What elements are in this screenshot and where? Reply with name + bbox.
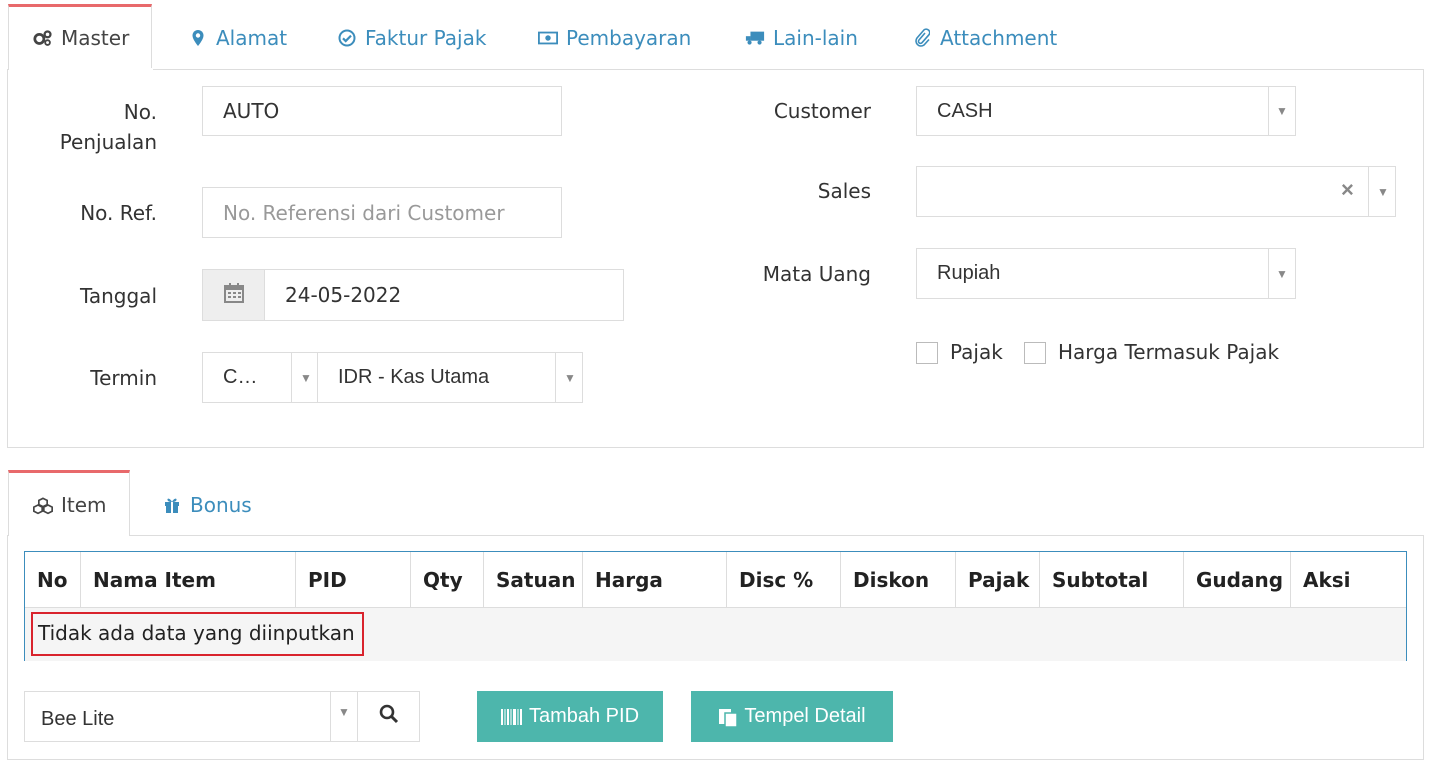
- termin-account-value: IDR - Kas Utama: [338, 366, 490, 388]
- truck-icon: [745, 28, 765, 48]
- tab-bonus-label: Bonus: [190, 493, 252, 517]
- tanggal-label: Tanggal: [79, 284, 157, 308]
- clear-icon[interactable]: ×: [1341, 177, 1354, 203]
- item-search-value: Bee Lite: [41, 708, 115, 730]
- paste-icon: [718, 707, 739, 727]
- column-header-subtotal[interactable]: Subtotal: [1040, 552, 1184, 608]
- pajak-checkbox-label: Pajak: [950, 340, 1003, 364]
- no-ref-label: No. Ref.: [80, 201, 157, 225]
- tanggal-value: 24-05-2022: [285, 283, 402, 307]
- no-ref-input[interactable]: No. Referensi dari Customer: [202, 187, 562, 238]
- tanggal-input[interactable]: 24-05-2022: [264, 269, 624, 321]
- column-header-nama-item[interactable]: Nama Item: [81, 552, 296, 608]
- chevron-down-icon: ▼: [1377, 184, 1389, 199]
- mata-uang-value: Rupiah: [937, 262, 1001, 284]
- tab-master[interactable]: Master: [8, 4, 153, 69]
- no-penjualan-value: AUTO: [223, 99, 280, 123]
- termin-account-select[interactable]: IDR - Kas Utama ▼: [317, 352, 583, 403]
- tab-lain-lain[interactable]: Lain-lain: [745, 6, 858, 70]
- cubes-icon: [33, 495, 53, 515]
- tab-master-label: Master: [61, 26, 130, 50]
- gift-icon: [162, 495, 182, 515]
- column-header-gudang[interactable]: Gudang: [1184, 552, 1291, 608]
- column-header-pid[interactable]: PID: [296, 552, 411, 608]
- chevron-down-icon: ▼: [564, 370, 576, 385]
- item-search-select[interactable]: Bee Lite ▼: [24, 691, 358, 742]
- tambah-pid-label: Tambah PID: [528, 705, 640, 727]
- harga-termasuk-pajak-label: Harga Termasuk Pajak: [1058, 340, 1280, 364]
- column-header-qty[interactable]: Qty: [411, 552, 484, 608]
- column-header-diskon[interactable]: Diskon: [841, 552, 956, 608]
- no-penjualan-input[interactable]: AUTO: [202, 86, 562, 136]
- map-marker-icon: [188, 28, 208, 48]
- tambah-pid-button[interactable]: Tambah PID: [477, 691, 663, 742]
- column-header-no[interactable]: No: [25, 552, 81, 608]
- barcode-icon: [500, 708, 523, 726]
- termin-select[interactable]: C… ▼: [202, 352, 318, 403]
- money-icon: [538, 28, 558, 48]
- tab-lain-lain-label: Lain-lain: [773, 26, 858, 50]
- tab-item-label: Item: [61, 492, 107, 517]
- tab-bonus[interactable]: Bonus: [162, 472, 252, 538]
- termin-label: Termin: [90, 366, 157, 390]
- chevron-down-icon: ▼: [1276, 266, 1288, 281]
- no-penjualan-label-line1: No.: [123, 100, 157, 124]
- termin-value: C…: [223, 366, 258, 388]
- customer-label: Customer: [773, 99, 871, 123]
- calendar-addon[interactable]: [202, 269, 265, 321]
- chevron-down-icon: ▼: [300, 370, 312, 385]
- tab-faktur-pajak-label: Faktur Pajak: [365, 26, 487, 50]
- no-penjualan-label: No. Penjualan: [40, 97, 157, 157]
- tab-faktur-pajak[interactable]: Faktur Pajak: [337, 6, 486, 70]
- tab-attachment-label: Attachment: [940, 26, 1058, 50]
- tab-pembayaran[interactable]: Pembayaran: [538, 6, 691, 70]
- search-icon: [379, 704, 399, 729]
- sales-select[interactable]: × ▼: [916, 166, 1396, 217]
- no-ref-placeholder: No. Referensi dari Customer: [223, 200, 505, 225]
- search-button[interactable]: [357, 691, 420, 742]
- tab-alamat-label: Alamat: [216, 26, 288, 50]
- check-circle-icon: [337, 28, 357, 48]
- tab-attachment[interactable]: Attachment: [912, 6, 1057, 70]
- chevron-down-icon: ▼: [338, 705, 350, 719]
- chevron-down-icon: ▼: [1276, 104, 1288, 118]
- mata-uang-label: Mata Uang: [762, 262, 871, 286]
- pajak-checkbox[interactable]: [916, 342, 938, 364]
- tempel-detail-label: Tempel Detail: [744, 705, 866, 727]
- column-header-pajak[interactable]: Pajak: [956, 552, 1040, 608]
- gears-icon: [33, 28, 53, 48]
- column-header-satuan[interactable]: Satuan: [484, 552, 583, 608]
- column-header-disc-percent[interactable]: Disc %: [727, 552, 841, 608]
- no-penjualan-label-line2: Penjualan: [59, 130, 157, 154]
- harga-termasuk-pajak-checkbox[interactable]: [1024, 342, 1046, 364]
- active-tab-joiner: [9, 534, 129, 537]
- calendar-icon: [223, 282, 245, 309]
- tab-alamat[interactable]: Alamat: [188, 6, 287, 70]
- empty-message: Tidak ada data yang diinputkan: [38, 621, 355, 645]
- sales-label: Sales: [817, 179, 871, 203]
- tab-item[interactable]: Item: [8, 470, 130, 536]
- tab-pembayaran-label: Pembayaran: [566, 26, 692, 50]
- active-tab-joiner: [9, 68, 153, 71]
- customer-select[interactable]: CASH ▼: [916, 86, 1296, 136]
- tempel-detail-button[interactable]: Tempel Detail: [691, 691, 893, 742]
- column-header-aksi[interactable]: Aksi: [1291, 552, 1406, 608]
- column-header-harga[interactable]: Harga: [583, 552, 727, 608]
- mata-uang-select[interactable]: Rupiah ▼: [916, 248, 1296, 299]
- customer-value: CASH: [937, 99, 993, 122]
- paperclip-icon: [912, 28, 932, 48]
